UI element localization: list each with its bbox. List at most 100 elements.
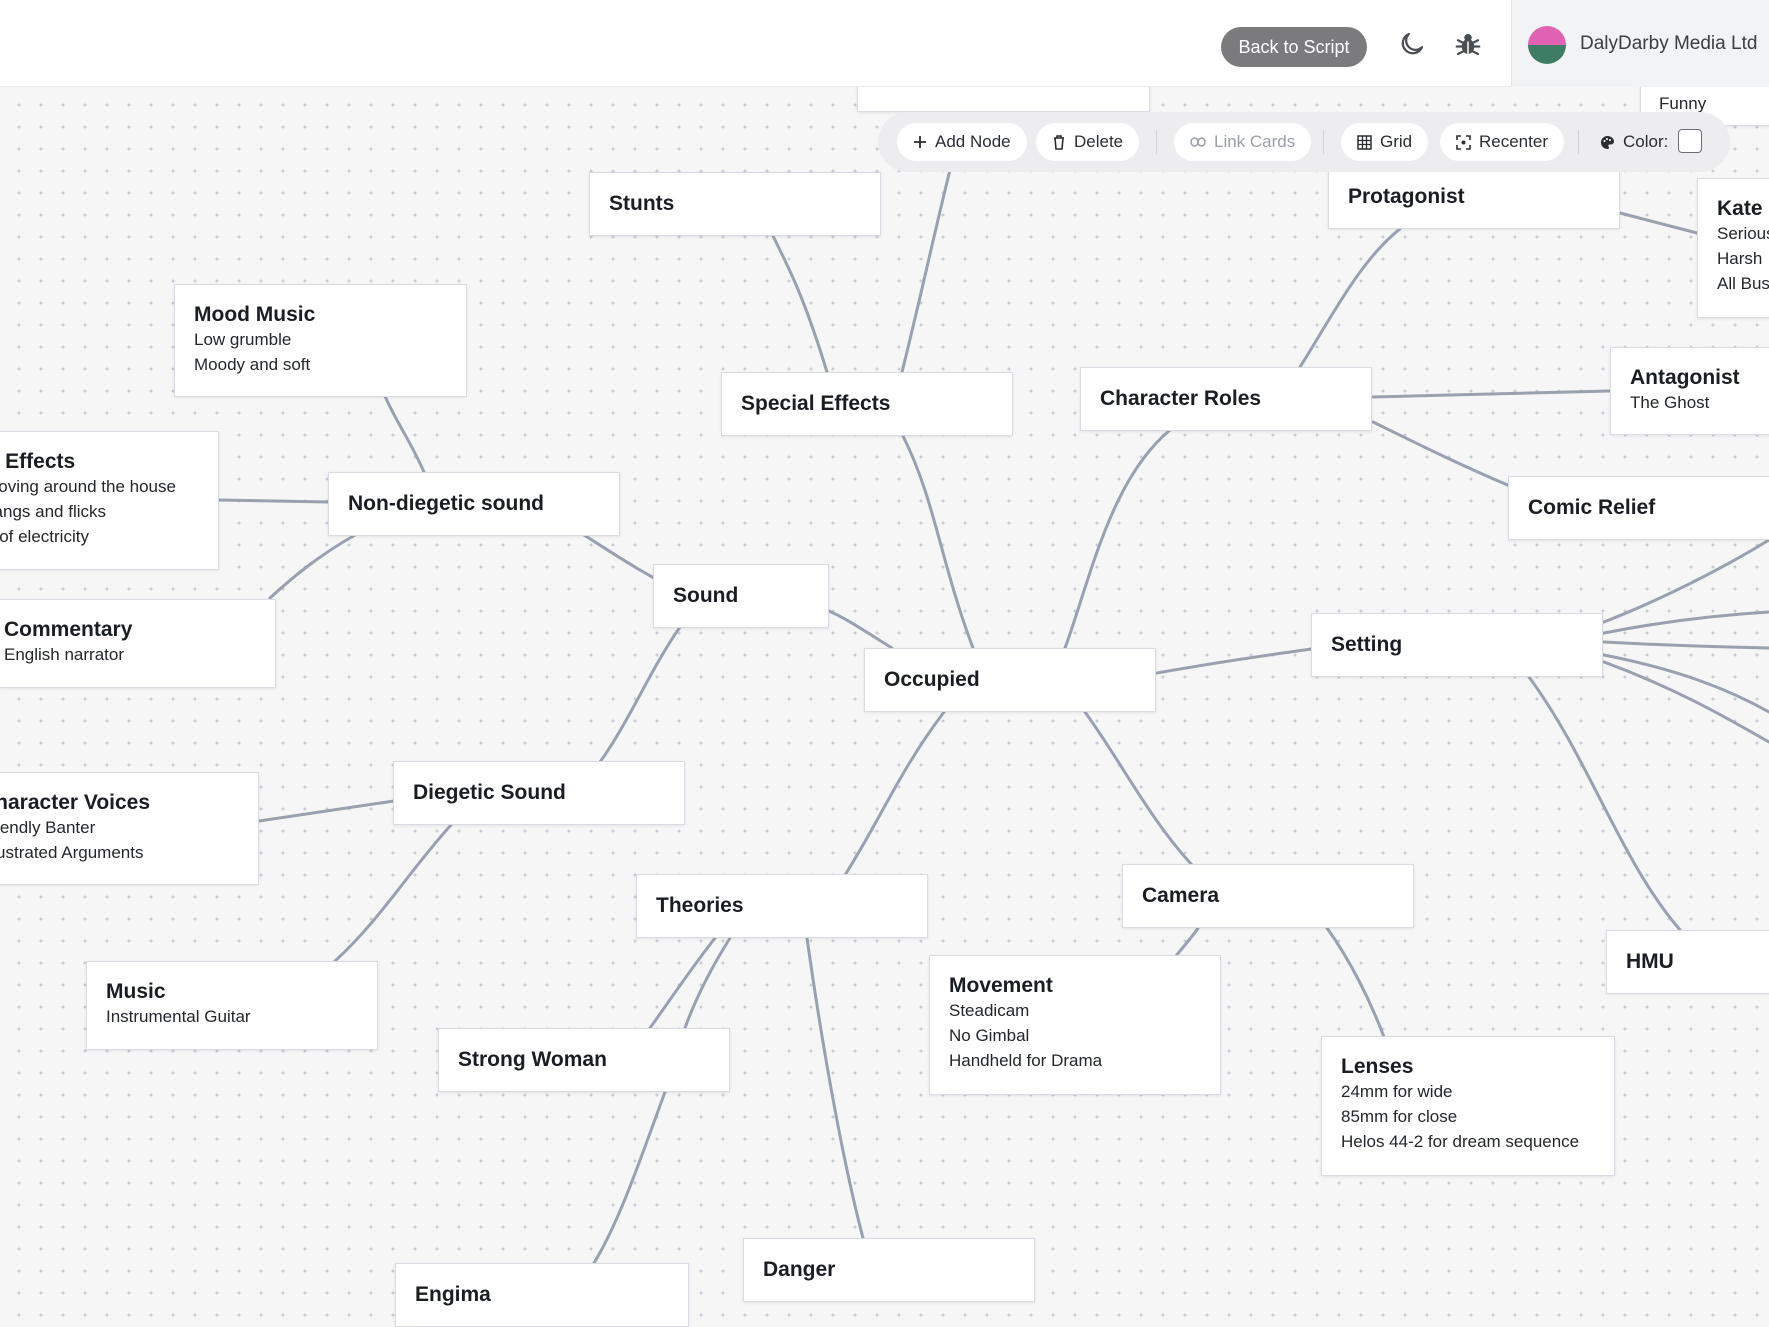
node-line: Ghost moving around the house xyxy=(0,477,176,496)
link-camera-movement xyxy=(1174,926,1200,958)
link-diegetic-music xyxy=(333,823,453,963)
add-node-label: Add Node xyxy=(935,132,1011,151)
palette-icon xyxy=(1601,135,1614,149)
node-line: 85mm for close xyxy=(1341,1107,1458,1126)
link-diegetic-character-voices xyxy=(257,799,396,823)
node-title: HMU xyxy=(1626,950,1674,973)
node-special-effects[interactable]: Special Effects xyxy=(721,372,1013,436)
node-non-diegetic-sound[interactable]: Non-diegetic sound xyxy=(328,472,620,536)
bug-icon[interactable] xyxy=(1453,29,1483,59)
node-title: Diegetic Sound xyxy=(413,781,566,804)
link-occupied-setting xyxy=(1155,647,1313,675)
color-swatch[interactable] xyxy=(1678,129,1702,153)
link-camera-lenses xyxy=(1325,926,1386,1039)
node-title: Protagonist xyxy=(1348,185,1465,208)
node-line: No Gimbal xyxy=(949,1026,1030,1045)
node-line: Moody and soft xyxy=(194,355,311,374)
add-node-button[interactable]: Add Node xyxy=(897,123,1027,161)
node-line: English narrator xyxy=(4,645,125,664)
node-title: Special Effects xyxy=(741,392,891,415)
color-label: Color: xyxy=(1600,123,1668,161)
node-character-voices[interactable]: Character Voices Friendly Banter Frustra… xyxy=(0,772,259,885)
link-theories-danger xyxy=(805,936,865,1240)
node-line: Buzzing of electricity xyxy=(0,527,89,546)
node-antagonist[interactable]: Antagonist The Ghost xyxy=(1610,347,1769,435)
node-title: Non-diegetic sound xyxy=(348,492,544,515)
recenter-button[interactable]: Recenter xyxy=(1440,123,1564,161)
node-title: Mood Music xyxy=(194,303,316,326)
node-stunts[interactable]: Stunts xyxy=(589,172,881,236)
node-strong-woman[interactable]: Strong Woman xyxy=(438,1028,730,1092)
link-special-effects-stunts xyxy=(771,234,829,374)
node-diegetic-sound[interactable]: Diegetic Sound xyxy=(393,761,685,825)
node-title: Music xyxy=(106,980,166,1003)
node-title: Character Voices xyxy=(0,791,151,814)
node-music[interactable]: Music Instrumental Guitar xyxy=(86,961,378,1050)
grid-button[interactable]: Grid xyxy=(1341,123,1429,161)
delete-label: Delete xyxy=(1074,132,1124,151)
node-hmu[interactable]: HMU xyxy=(1606,930,1769,994)
node-title: Kate xyxy=(1717,197,1763,220)
node-protagonist[interactable]: Protagonist xyxy=(1328,165,1620,229)
plus-icon xyxy=(914,136,926,148)
node-line: 24mm for wide xyxy=(1341,1082,1453,1101)
node-danger[interactable]: Danger xyxy=(743,1238,1035,1302)
link-special-effects-up xyxy=(900,168,952,374)
node-sound[interactable]: Sound xyxy=(653,564,829,628)
node-title: Antagonist xyxy=(1630,366,1740,389)
node-kate[interactable]: Kate Serious Harsh All Business xyxy=(1697,178,1769,318)
node-character-roles[interactable]: Character Roles xyxy=(1080,367,1372,431)
node-engima[interactable]: Engima xyxy=(395,1263,689,1327)
node-comic-relief[interactable]: Comic Relief xyxy=(1508,476,1769,540)
link-occupied-special-effects xyxy=(901,434,975,650)
node-title: Theories xyxy=(656,894,744,917)
node-movement[interactable]: Movement Steadicam No Gimbal Handheld fo… xyxy=(929,955,1221,1095)
link-protagonist-kate xyxy=(1618,211,1699,235)
node-sound-effects[interactable]: Sound Effects Ghost moving around the ho… xyxy=(0,431,219,570)
node-lenses[interactable]: Lenses 24mm for wide 85mm for close Helo… xyxy=(1321,1036,1615,1176)
node-line: The Ghost xyxy=(1630,393,1710,412)
link-setting-out-3 xyxy=(1602,640,1769,650)
node-title: Occupied xyxy=(884,668,980,691)
avatar xyxy=(1528,26,1566,64)
node-commentary[interactable]: Commentary English narrator xyxy=(0,599,276,688)
node-title: Commentary xyxy=(4,618,133,641)
node-line: Lights bangs and flicks xyxy=(0,502,106,521)
node-title: Lenses xyxy=(1341,1055,1414,1078)
link-occupied-theories xyxy=(843,710,946,877)
node-theories[interactable]: Theories xyxy=(636,874,928,938)
delete-button[interactable]: Delete xyxy=(1036,123,1140,161)
back-to-script-button[interactable]: Back to Script xyxy=(1221,27,1367,67)
toolbar-divider xyxy=(1323,130,1324,154)
node-camera[interactable]: Camera xyxy=(1122,864,1414,928)
grid-icon xyxy=(1357,134,1372,150)
link-setting-out-5 xyxy=(1602,660,1769,744)
color-label-text: Color: xyxy=(1623,132,1669,151)
link-occupied-sound xyxy=(827,609,894,650)
node-title: Engima xyxy=(415,1283,491,1306)
node-setting[interactable]: Setting xyxy=(1311,613,1603,677)
node-title: Movement xyxy=(949,974,1053,997)
link-sound-diegetic xyxy=(598,625,682,764)
canvas-toolbar: Add Node Delete Link Cards Grid Recenter… xyxy=(878,112,1730,172)
recenter-label: Recenter xyxy=(1479,132,1548,151)
account-menu[interactable]: DalyDarby Media Ltd xyxy=(1511,0,1769,87)
link-character-roles-protagonist xyxy=(1298,227,1402,369)
node-line: Serious xyxy=(1717,224,1769,243)
toolbar-divider xyxy=(1578,130,1579,154)
link-cards-label: Link Cards xyxy=(1214,132,1296,151)
node-title: Comic Relief xyxy=(1528,496,1656,519)
node-line: Low grumble xyxy=(194,330,292,349)
node-title: Sound Effects xyxy=(0,450,76,473)
moon-icon[interactable] xyxy=(1397,29,1427,59)
link-setting-hmu xyxy=(1527,675,1682,932)
link-cards-button[interactable]: Link Cards xyxy=(1174,123,1312,161)
node-mood-music[interactable]: Mood Music Low grumble Moody and soft xyxy=(174,284,467,397)
grid-label: Grid xyxy=(1380,132,1413,151)
link-occupied-character-roles xyxy=(1063,428,1172,650)
node-occupied[interactable]: Occupied xyxy=(864,648,1156,712)
node-line: All Business xyxy=(1717,274,1769,293)
link-strong-woman-engima xyxy=(592,1090,667,1265)
link-character-roles-antagonist xyxy=(1371,389,1612,399)
node-title: Strong Woman xyxy=(458,1048,607,1071)
